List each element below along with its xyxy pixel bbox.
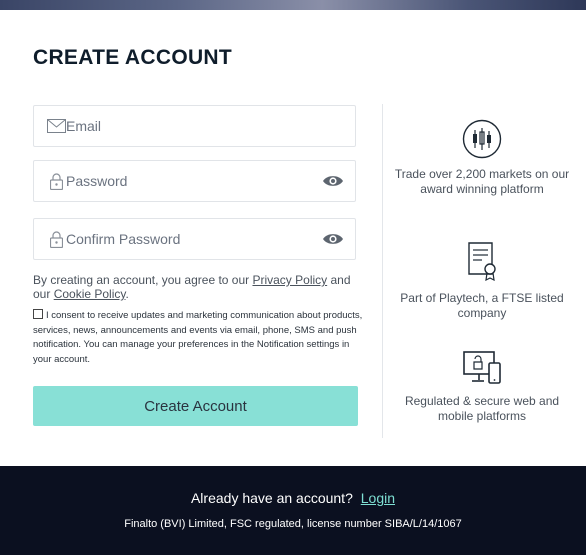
- privacy-policy-link[interactable]: Privacy Policy: [252, 273, 327, 287]
- email-field[interactable]: [33, 105, 356, 147]
- confirm-password-input[interactable]: [66, 219, 316, 259]
- confirm-password-field[interactable]: [33, 218, 356, 260]
- marketing-consent: I consent to receive updates and marketi…: [33, 309, 363, 367]
- top-banner-strip: [0, 0, 586, 10]
- agree-prefix: By creating an account, you agree to our: [33, 273, 253, 287]
- feature-security: Regulated & secure web and mobile platfo…: [392, 349, 572, 424]
- marketing-consent-text: I consent to receive updates and marketi…: [33, 310, 363, 365]
- candlestick-chart-icon: [462, 119, 502, 159]
- column-divider: [382, 104, 383, 438]
- cookie-policy-link[interactable]: Cookie Policy: [54, 287, 126, 301]
- lock-icon: [46, 230, 66, 248]
- login-link[interactable]: Login: [361, 490, 395, 506]
- login-prompt: Already have an account? Login: [0, 490, 586, 506]
- footer: Already have an account? Login Finalto (…: [0, 466, 586, 555]
- already-have-account-text: Already have an account?: [190, 490, 353, 506]
- marketing-consent-checkbox[interactable]: [33, 309, 43, 319]
- feature-text: Trade over 2,200 markets on our award wi…: [394, 167, 570, 196]
- envelope-icon: [46, 117, 66, 135]
- lock-icon: [46, 172, 66, 190]
- feature-text: Part of Playtech, a FTSE listed company: [400, 291, 564, 320]
- show-password-eye-icon[interactable]: [322, 174, 344, 188]
- certificate-icon: [462, 241, 502, 282]
- legal-notice: Finalto (BVI) Limited, FSC regulated, li…: [124, 518, 462, 530]
- page-title: CREATE ACCOUNT: [33, 46, 233, 69]
- create-account-button[interactable]: Create Account: [33, 386, 358, 426]
- show-confirm-password-eye-icon[interactable]: [322, 232, 344, 246]
- terms-agreement-text: By creating an account, you agree to our…: [33, 273, 363, 301]
- agree-suffix: .: [125, 287, 129, 301]
- feature-markets: Trade over 2,200 markets on our award wi…: [392, 119, 572, 197]
- password-input[interactable]: [66, 161, 316, 201]
- devices-icon: [462, 349, 502, 389]
- password-field[interactable]: [33, 160, 356, 202]
- feature-text: Regulated & secure web and mobile platfo…: [404, 394, 560, 423]
- feature-playtech: Part of Playtech, a FTSE listed company: [392, 241, 572, 321]
- email-input[interactable]: [66, 106, 316, 146]
